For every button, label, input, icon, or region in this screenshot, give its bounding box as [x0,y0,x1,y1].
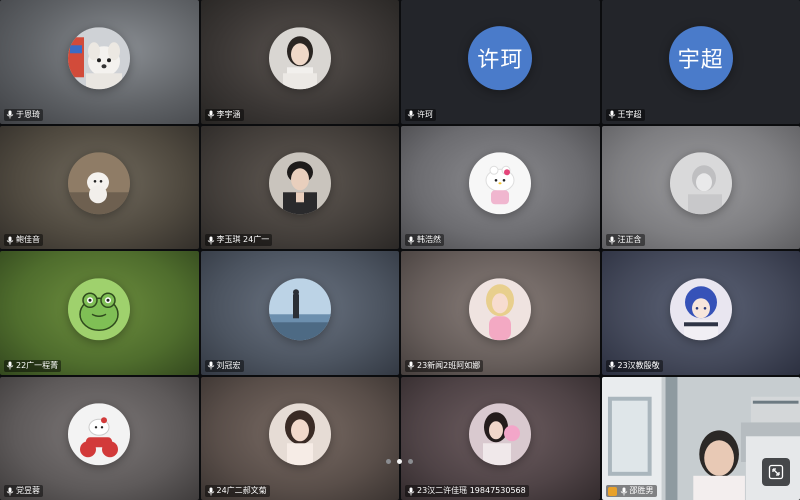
avatar-initials: 宇超 [677,47,724,73]
participant-tile[interactable]: 宇超 王宇超 [601,0,800,124]
participant-name: 23汉二许佳瑶 19847530568 [417,486,526,495]
participant-label: 邵胜男 [605,485,657,497]
expand-icon [768,464,784,480]
participant-label: 24广二郝文菊 [204,485,270,497]
participant-name: 李玉琪 24广一 [216,235,270,244]
participant-label: 许珂 [405,108,436,121]
participant-name: 韩浩然 [417,235,441,244]
participant-name: 汪正含 [617,235,642,244]
participant-label: 汪正含 [605,234,645,246]
avatar-initials: 许珂 [477,47,524,73]
participant-tile[interactable]: 23汉二许佳瑶 19847530568 [401,376,600,500]
participant-tile[interactable]: 党昱蓉 [0,376,199,500]
participant-avatar [268,152,331,215]
participant-avatar [669,152,732,215]
participant-name: 22广一程菁 [16,360,59,370]
participant-avatar [68,152,131,215]
microphone-icon [407,487,415,496]
microphone-icon [6,236,14,245]
microphone-icon [207,110,215,119]
participant-label: 韩浩然 [405,234,444,246]
participant-tile-camera[interactable]: 邵胜男 [601,376,800,500]
microphone-icon [207,361,215,370]
participant-label: 鲍佳音 [4,234,43,246]
participant-label: 李宇涵 [204,108,244,121]
participant-tile[interactable]: 刘冠宏 [200,251,399,375]
participant-avatar [68,27,131,90]
participant-name: 李宇涵 [216,109,241,119]
microphone-icon [6,487,14,496]
page-indicator[interactable] [386,459,413,464]
participant-label: 于恩琦 [4,108,43,121]
page-dot-active[interactable] [397,459,402,464]
page-dot[interactable] [408,459,413,464]
participant-name: 24广二郝文菊 [216,486,267,495]
microphone-icon [207,236,215,245]
participant-tile[interactable]: 于恩琦 [0,0,199,124]
participant-label: 刘冠宏 [204,359,244,372]
participant-tile[interactable]: 汪正含 [601,125,800,249]
participant-tile[interactable]: 李宇涵 [200,0,399,124]
microphone-icon [620,487,628,496]
participant-name: 于恩琦 [16,109,40,119]
participant-avatar [669,278,732,341]
video-grid: 于恩琦 李宇涵 许珂 许珂 宇超 王宇超 鲍佳音 李玉琪 24广一 韩浩然 汪正… [0,0,800,500]
page-dot[interactable] [386,459,391,464]
participant-tile[interactable]: 22广一程菁 [0,251,199,375]
participant-tile[interactable]: 韩浩然 [401,125,600,249]
participant-tile[interactable]: 李玉琪 24广一 [200,125,399,249]
participant-name: 刘冠宏 [216,360,241,370]
expand-button[interactable] [762,458,790,486]
participant-name: 23汉教殷敬 [617,360,660,370]
participant-avatar [268,278,331,341]
participant-name: 鲍佳音 [16,235,40,244]
participant-avatar [469,278,532,341]
participant-tile[interactable]: 24广二郝文菊 [200,376,399,500]
participant-label: 23新闻2班阿如娜 [405,359,484,372]
participant-tile[interactable]: 23新闻2班阿如娜 [401,251,600,375]
microphone-icon [407,110,415,119]
microphone-icon [6,110,14,119]
participant-label: 23汉教殷敬 [605,359,663,372]
microphone-icon [608,236,616,245]
camera-indicator-icon [607,486,617,496]
participant-tile[interactable]: 许珂 许珂 [401,0,600,124]
participant-name: 王宇超 [617,109,642,119]
participant-label: 王宇超 [605,108,645,121]
participant-avatar [268,403,331,466]
microphone-icon [407,236,415,245]
participant-avatar [469,152,532,215]
participant-label: 党昱蓉 [4,485,43,497]
participant-name: 邵胜男 [629,486,654,495]
microphone-icon [608,361,616,370]
participant-label: 22广一程菁 [4,359,62,372]
participant-tile[interactable]: 23汉教殷敬 [601,251,800,375]
microphone-icon [608,110,616,119]
participant-tile[interactable]: 鲍佳音 [0,125,199,249]
microphone-icon [407,361,415,370]
participant-name: 23新闻2班阿如娜 [417,360,481,370]
participant-avatar [268,27,331,90]
participant-label: 23汉二许佳瑶 19847530568 [405,485,529,497]
participant-avatar [68,403,131,466]
microphone-icon [207,487,215,496]
participant-name: 党昱蓉 [16,486,40,495]
participant-avatar [469,403,532,466]
participant-avatar [68,278,131,341]
participant-name: 许珂 [417,109,433,119]
participant-avatar: 许珂 [468,25,533,90]
microphone-icon [6,361,14,370]
participant-label: 李玉琪 24广一 [204,234,273,246]
participant-avatar: 宇超 [668,25,733,90]
